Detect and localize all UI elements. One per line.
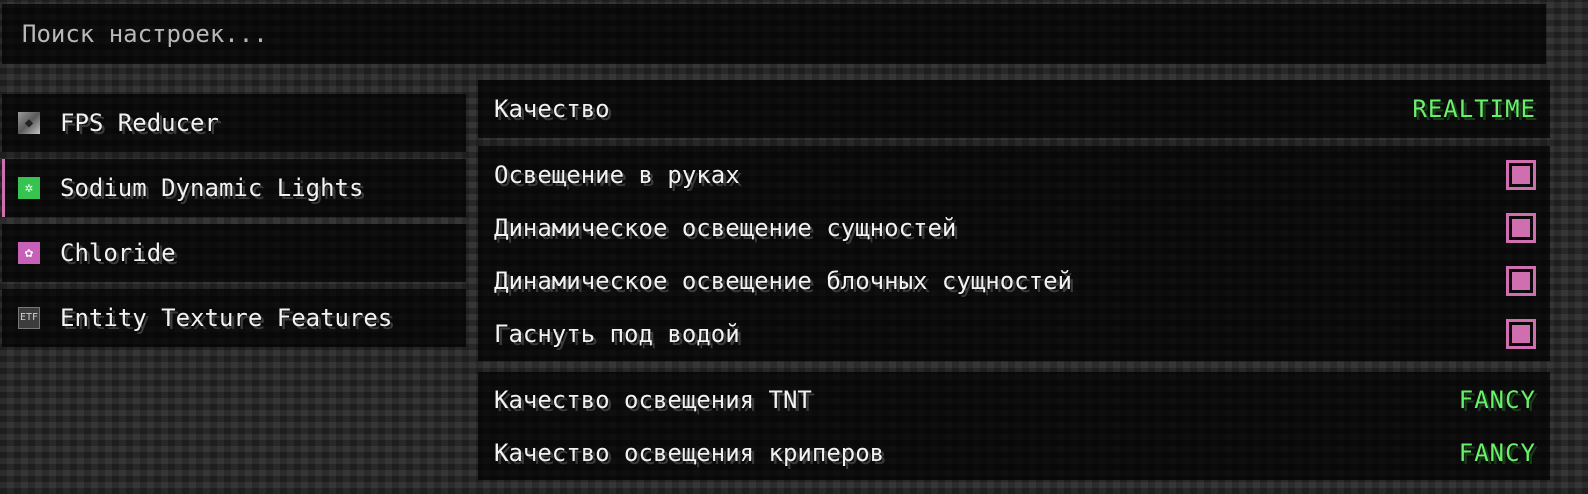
setting-row-quality[interactable]: Качество REALTIME (478, 80, 1550, 138)
sidebar-item-entity-texture-features[interactable]: ETF Entity Texture Features (2, 289, 466, 347)
setting-label: Гаснуть под водой (494, 319, 740, 348)
sidebar-item-fps-reducer[interactable]: ◆ FPS Reducer (2, 94, 466, 152)
setting-row-tnt-quality[interactable]: Качество освещения TNT FANCY (478, 373, 1550, 426)
chloride-icon: ✿ (18, 242, 40, 264)
creeper-quality-value-button[interactable]: FANCY (1459, 439, 1536, 467)
setting-row-underwater-fade[interactable]: Гаснуть под водой (478, 307, 1550, 360)
sidebar-item-label: Chloride (60, 239, 176, 267)
tnt-quality-value-button[interactable]: FANCY (1459, 386, 1536, 414)
setting-row-hand-lighting[interactable]: Освещение в руках (478, 148, 1550, 201)
search-bar[interactable] (2, 4, 1546, 64)
settings-group-quality: Качество REALTIME (478, 80, 1550, 138)
setting-label: Динамическое освещение блочных сущностей (494, 266, 1072, 295)
settings-group-toggles: Освещение в руках Динамическое освещение… (478, 146, 1550, 361)
setting-row-block-entity-lighting[interactable]: Динамическое освещение блочных сущностей (478, 254, 1550, 307)
checkbox-checked-mark (1512, 271, 1530, 290)
settings-group-explosives: Качество освещения TNT FANCY Качество ос… (478, 372, 1550, 480)
fps-reducer-icon: ◆ (18, 112, 40, 134)
underwater-fade-checkbox[interactable] (1506, 318, 1536, 349)
setting-label: Динамическое освещение сущностей (494, 213, 957, 242)
sidebar-item-label: FPS Reducer (60, 109, 219, 137)
setting-label: Качество освещения TNT (494, 385, 812, 414)
entity-lighting-checkbox[interactable] (1506, 212, 1536, 243)
setting-row-creeper-quality[interactable]: Качество освещения криперов FANCY (478, 426, 1550, 479)
checkbox-checked-mark (1512, 165, 1530, 184)
setting-label: Освещение в руках (494, 160, 740, 189)
setting-label: Качество (494, 95, 610, 123)
checkbox-checked-mark (1512, 324, 1530, 343)
mod-list: ◆ FPS Reducer ✲ Sodium Dynamic Lights ✿ … (2, 94, 466, 354)
lightbulb-icon: ✲ (18, 177, 40, 199)
setting-label: Качество освещения криперов (494, 438, 885, 467)
sidebar-item-label: Entity Texture Features (60, 304, 393, 332)
sidebar-item-label: Sodium Dynamic Lights (60, 174, 364, 202)
hand-lighting-checkbox[interactable] (1506, 159, 1536, 190)
checkbox-checked-mark (1512, 218, 1530, 237)
search-input[interactable] (20, 19, 1546, 49)
sidebar-item-chloride[interactable]: ✿ Chloride (2, 224, 466, 282)
sidebar-item-sodium-dynamic-lights[interactable]: ✲ Sodium Dynamic Lights (2, 159, 466, 217)
quality-value-button[interactable]: REALTIME (1412, 95, 1536, 123)
block-entity-lighting-checkbox[interactable] (1506, 265, 1536, 296)
etf-icon: ETF (18, 307, 40, 329)
setting-row-entity-lighting[interactable]: Динамическое освещение сущностей (478, 201, 1550, 254)
